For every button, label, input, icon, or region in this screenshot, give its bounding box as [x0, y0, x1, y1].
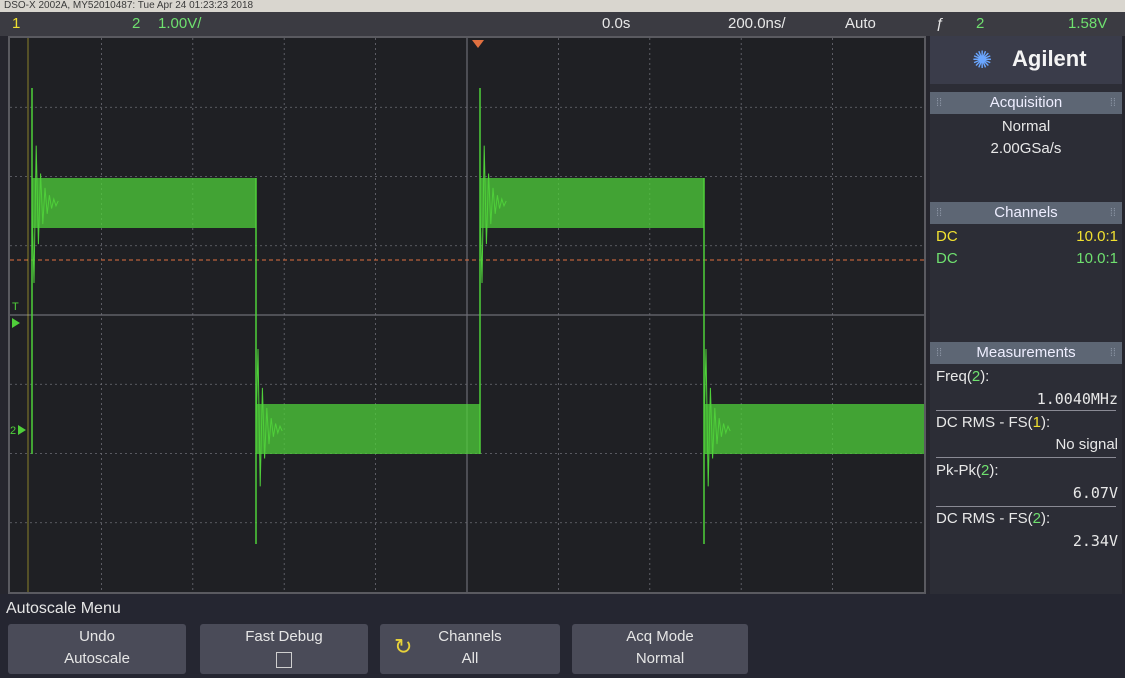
- status-bar: 1 2 1.00V/ 0.0s 200.0ns/ Auto ƒ 2 1.58V: [0, 12, 1125, 36]
- trigger-marker-label: T: [12, 301, 19, 313]
- measurement-value: No signal: [1055, 436, 1118, 453]
- trigger-level-marker[interactable]: [12, 318, 20, 328]
- right-info-panel: ✺ Agilent ⁞⁞ Acquisition ⁞⁞ Normal 2.00GSa…: [930, 36, 1122, 594]
- channel-2-probe: 10.0:1: [1076, 250, 1118, 267]
- channel-2-indicator[interactable]: 2: [132, 12, 140, 36]
- time-scale[interactable]: 200.0ns/: [728, 12, 786, 36]
- channel-2-coupling: DC: [936, 250, 958, 267]
- acquisition-rate: 2.00GSa/s: [990, 140, 1062, 157]
- window-caption: DSO-X 2002A, MY52010487: Tue Apr 24 01:2…: [0, 0, 1125, 12]
- brand-header: ✺ Agilent: [930, 36, 1122, 84]
- measurement-label[interactable]: DC RMS - FS(2):: [936, 510, 1050, 527]
- measurement-value: 1.0040MHz: [1036, 390, 1118, 408]
- trigger-level[interactable]: 1.58V: [1068, 12, 1107, 36]
- brand-name: Agilent: [1012, 46, 1087, 71]
- divider: [936, 457, 1116, 458]
- trace-band: [32, 178, 256, 228]
- channel-1-probe: 10.0:1: [1076, 228, 1118, 245]
- undo-autoscale-button[interactable]: Undo Autoscale: [8, 624, 186, 674]
- trigger-source[interactable]: 2: [976, 12, 984, 36]
- measurements-header[interactable]: ⁞⁞ Measurements ⁞⁞: [930, 342, 1122, 364]
- waveform-svg: T 2: [10, 38, 924, 592]
- divider: [936, 410, 1116, 411]
- channel-1-coupling: DC: [936, 228, 958, 245]
- divider: [936, 506, 1116, 507]
- acquisition-header[interactable]: ⁞⁞ Acquisition ⁞⁞: [930, 92, 1122, 114]
- fast-debug-checkbox[interactable]: [276, 652, 292, 668]
- measurement-value: 2.34V: [1072, 532, 1118, 550]
- channel-1-indicator[interactable]: 1: [12, 12, 20, 36]
- channel-2-marker-label: 2: [10, 425, 16, 437]
- fast-debug-button[interactable]: Fast Debug: [200, 624, 368, 674]
- trigger-time-marker[interactable]: [472, 40, 484, 48]
- measurement-value: 6.07V: [1072, 484, 1118, 502]
- channel-2-scale[interactable]: 1.00V/: [158, 12, 201, 36]
- channels-all-button[interactable]: ↻ Channels All: [380, 624, 560, 674]
- trigger-mode[interactable]: Auto: [845, 12, 876, 36]
- trace-band: [256, 404, 480, 454]
- channel-2-ground-marker[interactable]: [18, 425, 26, 435]
- measurement-label[interactable]: DC RMS - FS(1):: [936, 414, 1050, 431]
- channel-2-trace: [31, 88, 924, 544]
- graticule: [10, 38, 924, 592]
- measurement-label[interactable]: Pk-Pk(2):: [936, 462, 999, 479]
- acq-mode-button[interactable]: Acq Mode Normal: [572, 624, 748, 674]
- trace-band: [480, 178, 704, 228]
- channels-header[interactable]: ⁞⁞ Channels ⁞⁞: [930, 202, 1122, 224]
- softkey-bar: Autoscale Menu Undo Autoscale Fast Debug…: [0, 594, 1125, 678]
- menu-title: Autoscale Menu: [6, 600, 121, 617]
- time-delay[interactable]: 0.0s: [602, 12, 630, 36]
- trace-band: [704, 404, 924, 454]
- agilent-spark-icon: ✺: [972, 47, 993, 74]
- trigger-edge-icon: ƒ: [936, 15, 945, 32]
- acquisition-mode: Normal: [1001, 118, 1051, 135]
- measurement-label[interactable]: Freq(2):: [936, 368, 989, 385]
- waveform-display[interactable]: T 2: [8, 36, 926, 594]
